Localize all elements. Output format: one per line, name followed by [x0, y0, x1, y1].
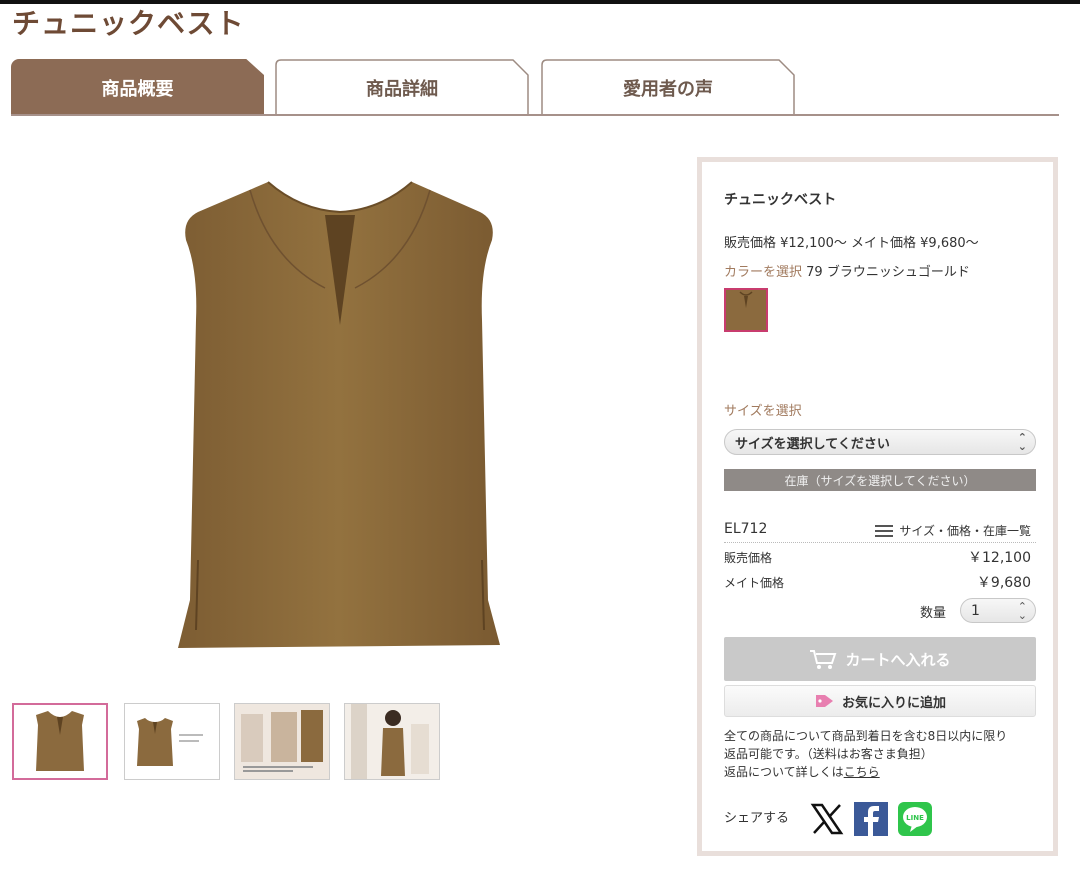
notice-line-1: 全ての商品について商品到着日を含む8日以内に限り [724, 729, 1008, 743]
quantity-label: 数量 [920, 606, 947, 621]
return-policy-notice: 全ての商品について商品到着日を含む8日以内に限り 返品可能です。（送料はお客さま… [724, 727, 1040, 781]
x-logo-icon[interactable] [810, 802, 844, 836]
cart-icon [810, 650, 837, 669]
panel-product-name: チュニックベスト [724, 192, 837, 208]
add-to-favorites-label: お気に入りに追加 [841, 695, 946, 711]
line-icon[interactable]: LINE [898, 802, 932, 836]
facebook-icon[interactable] [854, 802, 888, 836]
share-label: シェアする [724, 811, 790, 826]
thumbnail-4[interactable] [344, 703, 440, 780]
tab-reviews-label: 愛用者の声 [623, 78, 713, 100]
size-price-stock-list-link[interactable]: サイズ・価格・在庫一覧 [875, 522, 1031, 539]
list-link-label: サイズ・価格・在庫一覧 [899, 524, 1031, 538]
add-to-cart-button[interactable]: カートへ入れる [724, 637, 1036, 681]
tab-overview[interactable]: 商品概要 [11, 59, 264, 116]
add-to-cart-label: カートへ入れる [845, 650, 951, 669]
tag-heart-icon [815, 695, 833, 707]
return-policy-link[interactable]: こちら [844, 765, 880, 779]
size-select-value: サイズを選択してください [735, 436, 890, 452]
color-swatch[interactable] [724, 288, 768, 332]
thumbnail-1[interactable] [12, 703, 108, 780]
tab-details-label: 商品詳細 [366, 78, 438, 100]
list-icon [875, 524, 894, 537]
thumbnail-3[interactable] [234, 703, 330, 780]
page-title: チュニックベスト [12, 7, 245, 40]
mate-price-label: メイト価格 [724, 576, 785, 590]
notice-line-2: 返品可能です。（送料はお客さま負担） [724, 747, 933, 761]
thumbnail-2[interactable] [124, 703, 220, 780]
select-arrows-icon: ⌃ ⌄ [1017, 600, 1027, 622]
price-summary: 販売価格 ¥12,100〜 メイト価格 ¥9,680〜 [724, 236, 979, 251]
select-arrows-icon: ⌃ ⌄ [1017, 431, 1027, 453]
notice-line-3-prefix: 返品について詳しくは [724, 765, 844, 779]
sku: EL712 [724, 521, 768, 537]
purchase-panel: チュニックベスト 販売価格 ¥12,100〜 メイト価格 ¥9,680〜 カラー… [697, 157, 1058, 856]
notice-line-3: 返品について詳しくはこちら [724, 763, 1040, 781]
size-select[interactable]: サイズを選択してください ⌃ ⌄ [724, 429, 1036, 455]
add-to-favorites-button[interactable]: お気に入りに追加 [724, 685, 1036, 717]
tab-underline [11, 114, 1059, 116]
stock-status: 在庫（サイズを選択してください） [724, 469, 1036, 491]
divider [724, 542, 1036, 543]
mate-price-value: ￥9,680 [976, 575, 1031, 591]
sale-price-label: 販売価格 [724, 551, 773, 565]
quantity-value: 1 [971, 602, 980, 619]
product-main-image [150, 160, 530, 660]
quantity-select[interactable]: 1 ⌃ ⌄ [960, 598, 1036, 623]
sale-price-value: ￥12,100 [968, 550, 1031, 566]
color-value: 79 ブラウニッシュゴールド [806, 265, 970, 280]
tab-reviews[interactable]: 愛用者の声 [541, 59, 795, 116]
size-label: サイズを選択 [724, 404, 802, 419]
tab-details[interactable]: 商品詳細 [275, 59, 529, 116]
svg-text:LINE: LINE [906, 814, 924, 822]
color-line: カラーを選択 79 ブラウニッシュゴールド [724, 261, 970, 280]
color-label: カラーを選択 [724, 265, 803, 280]
